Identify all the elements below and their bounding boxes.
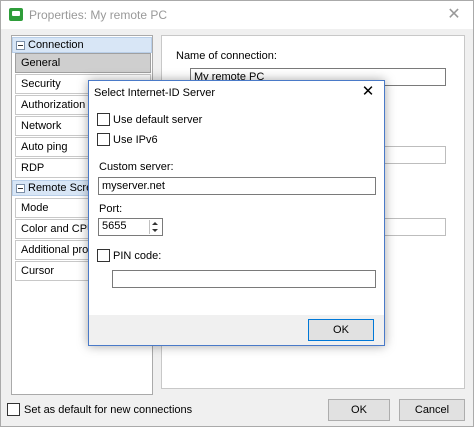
pin-code-label: PIN code: <box>113 249 162 262</box>
use-ipv6-label: Use IPv6 <box>113 133 158 146</box>
use-ipv6-checkbox[interactable] <box>97 133 110 146</box>
dialog-ok-button[interactable]: OK <box>308 319 374 341</box>
set-default-checkbox-row[interactable]: Set as default for new connections <box>7 403 192 416</box>
chevron-up-icon[interactable] <box>152 222 158 225</box>
port-stepper[interactable]: 5655 <box>98 218 163 236</box>
collapse-icon[interactable] <box>16 40 25 50</box>
collapse-icon[interactable] <box>16 183 25 193</box>
cancel-button[interactable]: Cancel <box>399 399 465 421</box>
dialog-close-icon[interactable]: ✕ <box>358 82 378 102</box>
dialog-title: Select Internet-ID Server <box>94 87 216 99</box>
custom-server-input[interactable]: myserver.net <box>98 177 376 195</box>
use-default-server-label: Use default server <box>113 113 203 126</box>
sidebar-group-connection[interactable]: Connection <box>12 37 152 53</box>
sidebar-item-general[interactable]: General <box>15 53 151 73</box>
use-default-server-row[interactable]: Use default server <box>97 113 202 126</box>
window-close-icon[interactable]: ✕ <box>441 5 467 25</box>
window-title: Properties: My remote PC <box>29 8 168 22</box>
use-default-server-checkbox[interactable] <box>97 113 110 126</box>
set-default-label: Set as default for new connections <box>24 403 193 416</box>
ok-button[interactable]: OK <box>328 399 390 421</box>
port-label: Port: <box>99 203 123 215</box>
app-icon <box>9 8 23 21</box>
port-stepper-arrows[interactable] <box>149 220 161 234</box>
custom-server-label: Custom server: <box>99 161 174 173</box>
pin-code-checkbox[interactable] <box>97 249 110 262</box>
pin-code-input[interactable] <box>112 270 376 288</box>
dialog-body: Use default server Use IPv6 Custom serve… <box>89 105 384 315</box>
select-server-dialog: Select Internet-ID Server ✕ Use default … <box>88 80 385 346</box>
dialog-titlebar: Select Internet-ID Server ✕ <box>89 81 384 105</box>
port-value: 5655 <box>102 220 127 232</box>
pin-code-row[interactable]: PIN code: <box>97 249 161 262</box>
use-ipv6-row[interactable]: Use IPv6 <box>97 133 158 146</box>
connection-name-label: Name of connection: <box>176 50 277 62</box>
chevron-down-icon[interactable] <box>152 229 158 232</box>
sidebar-group-label: Connection <box>28 39 84 51</box>
set-default-checkbox[interactable] <box>7 403 20 416</box>
window-titlebar: Properties: My remote PC ✕ <box>1 1 473 29</box>
dialog-footer: OK <box>89 315 384 345</box>
